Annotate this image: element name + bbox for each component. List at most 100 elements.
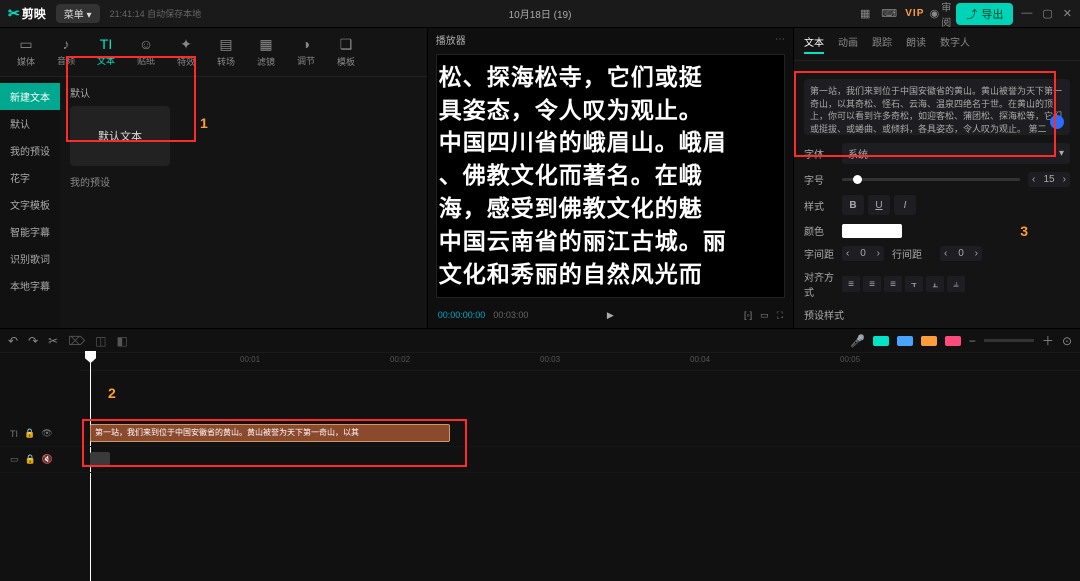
sidebar-item-我的预设[interactable]: 我的预设	[0, 137, 60, 164]
align-bottom-button[interactable]: ⫨	[947, 276, 965, 292]
delete-button[interactable]: ⌦	[68, 334, 85, 348]
preview-text-line: 、佛教文化而著名。在峨	[439, 163, 782, 188]
prop-tab-朗读[interactable]: 朗读	[906, 34, 926, 54]
sidebar-item-智能字幕[interactable]: 智能字幕	[0, 218, 60, 245]
scale-icon[interactable]: [◦]	[744, 310, 752, 321]
tool-tab-音频[interactable]: ♪音频	[46, 32, 86, 72]
tool-tab-媒体[interactable]: ▭媒体	[6, 32, 46, 72]
preview-menu-icon[interactable]: ⋯	[775, 34, 785, 45]
close-icon[interactable]: ✕	[1063, 7, 1072, 20]
underline-button[interactable]: U	[868, 195, 890, 215]
preview-canvas[interactable]: 松、探海松寺，它们或挺具姿态，令人叹为观止。中国四川省的峨眉山。峨眉、佛教文化而…	[436, 54, 785, 298]
mic-icon[interactable]: 🎤	[850, 334, 865, 348]
zoom-in-button[interactable]: ＋	[1042, 332, 1054, 349]
marker-pink[interactable]	[945, 336, 961, 346]
text-content-input[interactable]: 第一站，我们来到位于中国安徽省的黄山。黄山被誉为天下第一奇山，以其奇松、怪石、云…	[804, 79, 1070, 135]
ai-badge-icon[interactable]	[1050, 115, 1064, 129]
ratio-icon[interactable]: ▭	[760, 310, 769, 321]
tool-b[interactable]: ◧	[117, 334, 128, 348]
prop-tab-动画[interactable]: 动画	[838, 34, 858, 54]
eye-icon[interactable]: 👁	[41, 428, 52, 439]
play-button[interactable]: ▶	[607, 310, 614, 321]
sidebar-item-识别歌词[interactable]: 识别歌词	[0, 245, 60, 272]
prop-tab-数字人[interactable]: 数字人	[940, 34, 970, 54]
split-button[interactable]: ✂	[48, 334, 58, 348]
lock-icon[interactable]: 🔒	[24, 428, 35, 439]
tool-tab-特效[interactable]: ✦特效	[166, 32, 206, 72]
color-picker[interactable]	[842, 224, 902, 238]
tool-tab-贴纸[interactable]: ☺贴纸	[126, 32, 166, 72]
text-track-label: TI	[10, 429, 18, 439]
italic-button[interactable]: I	[894, 195, 916, 215]
prop-tab-跟踪[interactable]: 跟踪	[872, 34, 892, 54]
text-track[interactable]: TI 🔒 👁 第一站，我们来到位于中国安徽省的黄山。黄山被誉为天下第一奇山，以其	[0, 421, 1080, 447]
align-right-button[interactable]: ≡	[884, 276, 902, 292]
zoom-out-button[interactable]: −	[969, 334, 976, 348]
redo-button[interactable]: ↷	[28, 334, 38, 348]
sidebar-item-花字[interactable]: 花字	[0, 164, 60, 191]
lock-icon[interactable]: 🔒	[25, 454, 36, 465]
tool-tab-模板[interactable]: ❏模板	[326, 32, 366, 72]
tool-a[interactable]: ◫	[95, 334, 106, 348]
mute-icon[interactable]: 🔇	[42, 454, 53, 465]
sidebar-item-本地字幕[interactable]: 本地字幕	[0, 272, 60, 299]
marker-blue[interactable]	[897, 336, 913, 346]
tool-tab-滤镜[interactable]: ▦滤镜	[246, 32, 286, 72]
media-track[interactable]: ▭ 🔒 🔇	[0, 447, 1080, 473]
text-clip[interactable]: 第一站，我们来到位于中国安徽省的黄山。黄山被誉为天下第一奇山，以其	[90, 424, 450, 442]
align-left-button[interactable]: ≡	[842, 276, 860, 292]
align-center-button[interactable]: ≡	[863, 276, 881, 292]
zoom-slider[interactable]	[984, 339, 1034, 342]
category-header: 默认	[70, 85, 417, 100]
annotation-3: 3	[1020, 223, 1028, 239]
preview-title: 播放器	[436, 32, 466, 47]
tool-tab-转场[interactable]: ▤转场	[206, 32, 246, 72]
align-middle-button[interactable]: ⫠	[926, 276, 944, 292]
vip-badge[interactable]: VIP	[905, 8, 924, 19]
letter-spacing-input[interactable]: ‹0›	[842, 246, 884, 261]
annotation-1: 1	[200, 115, 208, 131]
align-top-button[interactable]: ⫟	[905, 276, 923, 292]
preview-text-line: 具姿态，令人叹为观止。	[439, 98, 782, 123]
maximize-icon[interactable]: ▢	[1042, 7, 1052, 20]
letter-spacing-label: 字间距	[804, 246, 834, 261]
size-slider[interactable]	[842, 178, 1020, 181]
undo-button[interactable]: ↶	[8, 334, 18, 348]
sidebar-item-新建文本[interactable]: 新建文本	[0, 83, 60, 110]
layout-icon[interactable]: ▦	[857, 6, 873, 22]
marker-orange[interactable]	[921, 336, 937, 346]
review-button[interactable]: ◉ 审阅	[932, 6, 948, 22]
time-current: 00:00:00:00	[438, 310, 486, 320]
prop-tab-文本[interactable]: 文本	[804, 34, 824, 54]
media-clip[interactable]	[90, 452, 110, 466]
font-label: 字体	[804, 146, 834, 161]
sidebar-item-默认[interactable]: 默认	[0, 110, 60, 137]
logo-icon: ✂	[8, 5, 20, 22]
ruler-tick: 00:03	[540, 355, 560, 364]
tool-tab-文本[interactable]: TI文本	[86, 32, 126, 72]
default-text-card[interactable]: 默认文本	[70, 106, 170, 166]
timeline-tracks: TI 🔒 👁 第一站，我们来到位于中国安徽省的黄山。黄山被誉为天下第一奇山，以其…	[0, 371, 1080, 473]
preview-text-line: 中国云南省的丽江古城。丽	[439, 229, 782, 254]
export-button[interactable]: ⤴ 导出	[956, 3, 1013, 25]
time-duration: 00:03:00	[493, 310, 528, 320]
minimize-icon[interactable]: —	[1021, 7, 1032, 20]
ruler-tick: 00:05	[840, 355, 860, 364]
marker-teal[interactable]	[873, 336, 889, 346]
zoom-fit-button[interactable]: ⊙	[1062, 334, 1072, 348]
bold-button[interactable]: B	[842, 195, 864, 215]
align-label: 对齐方式	[804, 269, 834, 299]
line-spacing-input[interactable]: ‹0›	[940, 246, 982, 261]
sidebar-item-文字模板[interactable]: 文字模板	[0, 191, 60, 218]
shortcut-icon[interactable]: ⌨	[881, 6, 897, 22]
timeline-toolbar: ↶ ↷ ✂ ⌦ ◫ ◧ 🎤 − ＋ ⊙	[0, 329, 1080, 353]
tool-tabs: ▭媒体♪音频TI文本☺贴纸✦特效▤转场▦滤镜◑调节❏模板	[0, 28, 427, 77]
timeline-ruler[interactable]: 000:0100:0200:0300:0400:05	[80, 353, 1080, 371]
ruler-tick: 00:01	[240, 355, 260, 364]
menu-button[interactable]: 菜单 ▾	[56, 4, 100, 23]
font-select[interactable]: 系统▾	[842, 143, 1070, 164]
tool-tab-调节[interactable]: ◑调节	[286, 32, 326, 72]
ruler-tick: 00:02	[390, 355, 410, 364]
fullscreen-icon[interactable]: ⛶	[777, 310, 783, 321]
size-input[interactable]: ‹15›	[1028, 172, 1070, 187]
